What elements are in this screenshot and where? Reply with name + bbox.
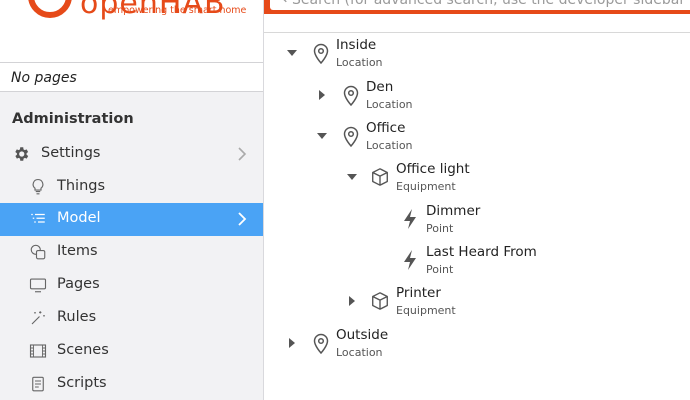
logo-tagline: empowering the smart home xyxy=(108,5,247,16)
wand-icon xyxy=(31,311,45,325)
sidebar-item-things[interactable]: Things xyxy=(0,171,263,203)
tree-node-office-light[interactable]: Office light Equipment xyxy=(346,161,576,197)
tree-node-type: Location xyxy=(366,98,413,111)
tree-node-title: Inside xyxy=(336,37,377,53)
location-pin-icon xyxy=(343,126,359,148)
tree-node-title: Office light xyxy=(396,161,470,177)
items-icon xyxy=(30,244,46,260)
section-title-administration: Administration xyxy=(12,111,134,127)
tree-node-type: Point xyxy=(426,222,454,235)
lightbulb-icon xyxy=(32,178,44,195)
tree-node-type: Equipment xyxy=(396,180,456,193)
bolt-icon xyxy=(404,250,416,270)
sidebar: openHAB empowering the smart home No pag… xyxy=(0,0,264,400)
tree-node-outside[interactable]: Outside Location xyxy=(286,327,516,363)
caret-right-icon[interactable] xyxy=(286,337,298,349)
sidebar-item-label: Scenes xyxy=(57,342,109,358)
chevron-right-icon xyxy=(238,212,247,226)
tree-node-type: Location xyxy=(366,139,413,152)
tree-node-type: Location xyxy=(336,346,383,359)
sidebar-item-label: Things xyxy=(57,178,106,194)
sidebar-item-model[interactable]: Model xyxy=(0,203,263,236)
search-placeholder: Search (for advanced search, use the dev… xyxy=(292,0,690,8)
tree-node-title: Dimmer xyxy=(426,203,481,219)
tree-node-den[interactable]: Den Location xyxy=(316,79,546,115)
tree-node-type: Equipment xyxy=(396,304,456,317)
search-input[interactable]: Search (for advanced search, use the dev… xyxy=(270,0,690,10)
location-pin-icon xyxy=(313,43,329,65)
sidebar-item-label: Model xyxy=(57,210,101,226)
sidebar-item-label: Rules xyxy=(57,309,97,325)
gear-icon xyxy=(15,147,29,161)
bolt-icon xyxy=(404,209,416,229)
caret-down-icon[interactable] xyxy=(286,47,298,59)
caret-right-icon[interactable] xyxy=(346,295,358,307)
sidebar-item-settings[interactable]: Settings xyxy=(0,138,263,170)
caret-down-icon[interactable] xyxy=(346,171,358,183)
tree-node-title: Den xyxy=(366,79,394,95)
search-icon xyxy=(283,0,287,3)
tree-node-title: Printer xyxy=(396,285,441,301)
tree-node-type: Location xyxy=(336,56,383,69)
sidebar-item-label: Scripts xyxy=(57,375,107,391)
tree-node-office[interactable]: Office Location xyxy=(316,120,546,156)
list-icon xyxy=(31,213,45,223)
sidebar-item-label: Items xyxy=(57,243,98,259)
pages-empty-text: No pages xyxy=(0,62,263,92)
caret-right-icon[interactable] xyxy=(316,89,328,101)
tree-node-dimmer[interactable]: Dimmer Point xyxy=(376,203,606,239)
location-pin-icon xyxy=(313,333,329,355)
script-icon xyxy=(32,376,44,392)
logo[interactable]: openHAB empowering the smart home xyxy=(0,0,263,62)
chevron-right-icon xyxy=(238,147,247,161)
sidebar-item-items[interactable]: Items xyxy=(0,236,263,268)
cube-icon xyxy=(372,292,388,310)
tree-node-title: Last Heard From xyxy=(426,244,537,260)
divider xyxy=(264,32,690,33)
sidebar-item-label: Settings xyxy=(41,145,101,161)
sidebar-item-pages[interactable]: Pages xyxy=(0,269,263,301)
tree-node-title: Outside xyxy=(336,327,389,343)
tree-node-type: Point xyxy=(426,263,454,276)
display-icon xyxy=(29,278,47,293)
sidebar-item-label: Pages xyxy=(57,276,100,292)
sidebar-item-rules[interactable]: Rules xyxy=(0,302,263,334)
location-pin-icon xyxy=(343,85,359,107)
tree-node-title: Office xyxy=(366,120,406,136)
tree-node-inside[interactable]: Inside Location xyxy=(286,37,546,73)
caret-down-icon[interactable] xyxy=(316,130,328,142)
tree-node-last-heard-from[interactable]: Last Heard From Point xyxy=(376,244,616,280)
sidebar-item-scenes[interactable]: Scenes xyxy=(0,335,263,367)
film-icon xyxy=(29,344,47,358)
cube-icon xyxy=(372,168,388,186)
logo-ring-icon xyxy=(28,0,72,18)
sidebar-item-scripts[interactable]: Scripts xyxy=(0,368,263,400)
tree-node-printer[interactable]: Printer Equipment xyxy=(346,285,576,321)
